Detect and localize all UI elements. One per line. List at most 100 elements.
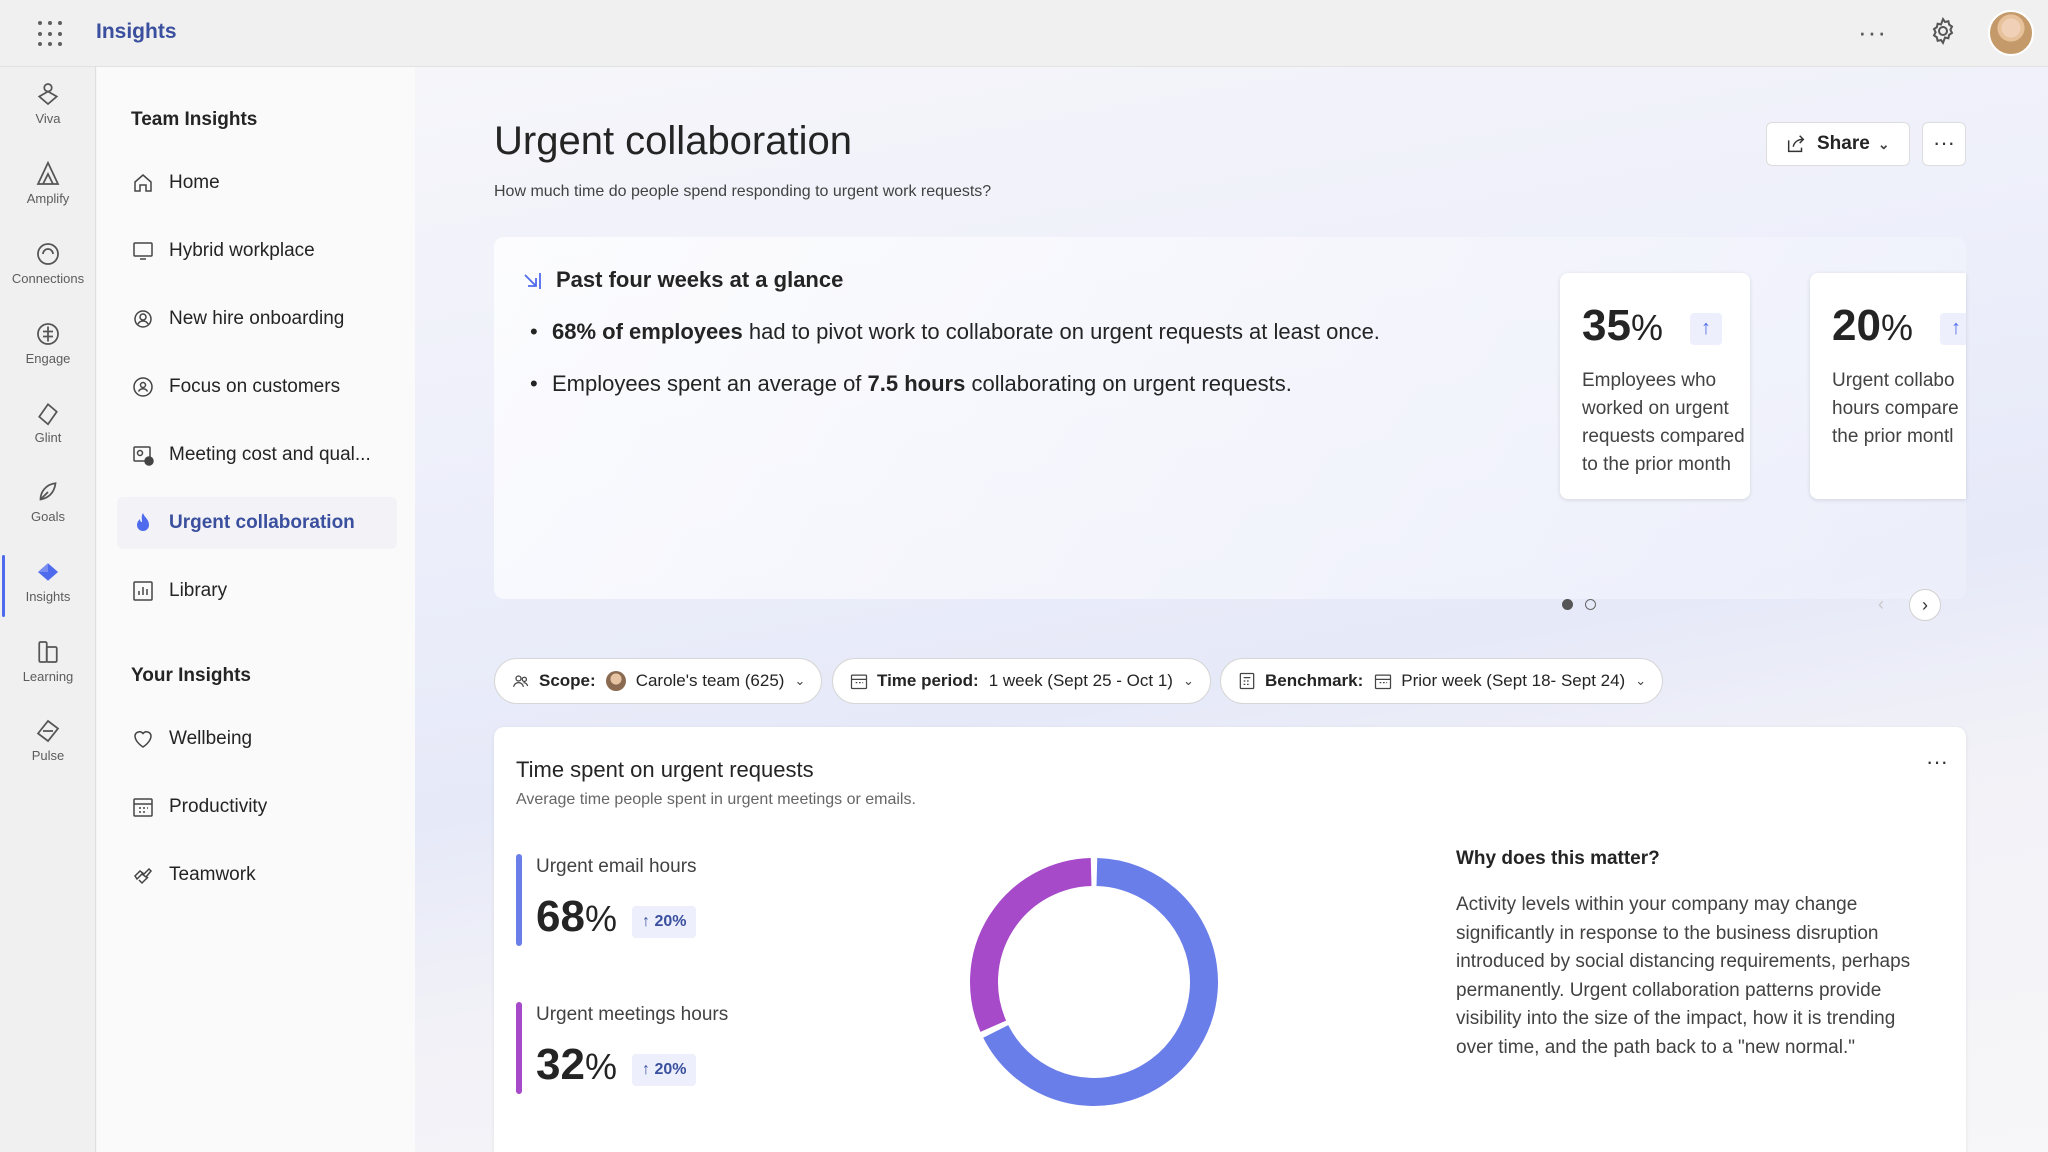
- glint-icon: [38, 402, 58, 426]
- rail-item-engage[interactable]: Engage: [0, 313, 96, 385]
- nav-item-label: Urgent collaboration: [169, 512, 355, 533]
- rail-item-connections[interactable]: Connections: [0, 233, 96, 305]
- change-badge: ↑ 20%: [632, 1054, 697, 1086]
- nav-item-meeting-cost[interactable]: Meeting cost and qual...: [117, 429, 397, 481]
- user-avatar[interactable]: [1988, 10, 2034, 56]
- teamwork-icon: [134, 867, 153, 885]
- app-launcher-icon[interactable]: [38, 21, 64, 47]
- stat-desc-line: worked on urgent: [1582, 398, 1729, 419]
- rail-label: Learning: [22, 669, 74, 684]
- team-insights-heading: Team Insights: [131, 109, 258, 130]
- card-more-icon[interactable]: ···: [1926, 749, 1948, 775]
- stat-description: Employees who worked on urgent requests …: [1582, 367, 1750, 479]
- carousel-dot-active[interactable]: [1562, 599, 1573, 610]
- benchmark-filter[interactable]: Benchmark: Prior week (Sept 18- Sept 24)…: [1220, 658, 1664, 704]
- urgent-requests-card: Time spent on urgent requests Average ti…: [494, 727, 1966, 1152]
- nav-item-label: Hybrid workplace: [169, 240, 315, 261]
- chart-library-icon: [133, 581, 153, 601]
- page-subtitle: How much time do people spend responding…: [494, 183, 992, 200]
- nav-item-teamwork[interactable]: Teamwork: [117, 849, 397, 901]
- rail-label: Engage: [25, 351, 71, 366]
- time-period-filter[interactable]: Time period: 1 week (Sept 25 - Oct 1) ⌄: [832, 658, 1211, 704]
- change-value: 20%: [654, 1061, 687, 1078]
- stat-desc-line: requests compared: [1582, 426, 1745, 447]
- metric-number: 32: [536, 1040, 585, 1089]
- chevron-down-icon: ⌄: [1182, 673, 1194, 688]
- nav-item-home[interactable]: Home: [117, 157, 397, 209]
- goals-icon: [39, 482, 57, 501]
- benchmark-label: Benchmark:: [1265, 671, 1364, 690]
- stat-card: 35% ↑ Employees who worked on urgent req…: [1560, 273, 1750, 499]
- why-title: Why does this matter?: [1456, 848, 1660, 869]
- nav-item-label: Wellbeing: [169, 728, 253, 749]
- rail-item-viva[interactable]: Viva: [0, 73, 96, 145]
- stat-value: 35%: [1582, 301, 1663, 351]
- carousel-next-icon[interactable]: ›: [1909, 589, 1941, 621]
- rail-item-goals[interactable]: Goals: [0, 471, 96, 543]
- bullet-text: collaborating on urgent requests.: [965, 371, 1292, 396]
- nav-panel: Team Insights Home Hybrid workplace New …: [97, 67, 415, 1152]
- chevron-down-icon: ⌄: [794, 673, 806, 688]
- arrow-up-icon: ↑: [1940, 313, 1966, 345]
- metric-email-hours: Urgent email hours 68% ↑ 20%: [516, 854, 816, 946]
- chevron-down-icon: ⌄: [1877, 135, 1890, 152]
- nav-item-focus-on-customers[interactable]: Focus on customers: [117, 361, 397, 413]
- page-more-button[interactable]: ···: [1922, 122, 1966, 166]
- benchmark-icon: [1239, 672, 1255, 690]
- metric-label: Urgent email hours: [536, 856, 697, 877]
- nav-item-productivity[interactable]: Productivity: [117, 781, 397, 833]
- stat-unit: %: [1630, 307, 1663, 348]
- people-scope-icon: [512, 675, 529, 688]
- rail-item-glint[interactable]: Glint: [0, 392, 96, 464]
- glance-bullet-1: 68% of employees had to pivot work to co…: [530, 319, 1380, 345]
- scope-label: Scope:: [539, 671, 596, 690]
- why-panel: Why does this matter? Activity levels wi…: [1456, 848, 1946, 1151]
- metric-number: 68: [536, 892, 585, 941]
- engage-icon: [37, 323, 59, 345]
- scope-filter[interactable]: Scope: Carole's team (625) ⌄: [494, 658, 823, 704]
- person-add-icon: [134, 310, 152, 328]
- rail-item-pulse[interactable]: Pulse: [0, 710, 96, 782]
- share-label: Share: [1817, 133, 1870, 154]
- insights-icon: [38, 563, 58, 581]
- calendar-icon: [850, 674, 868, 690]
- nav-item-label: Home: [169, 172, 220, 193]
- rail-label: Glint: [34, 430, 62, 445]
- metric-unit: %: [584, 898, 617, 939]
- nav-item-hybrid-workplace[interactable]: Hybrid workplace: [117, 225, 397, 277]
- nav-item-urgent-collaboration[interactable]: Urgent collaboration: [117, 497, 397, 549]
- nav-item-wellbeing[interactable]: Wellbeing: [117, 713, 397, 765]
- rail-item-insights[interactable]: Insights: [0, 551, 96, 623]
- rail-label: Pulse: [31, 748, 65, 763]
- stat-desc-line: Urgent collabo: [1832, 370, 1955, 391]
- more-options-icon[interactable]: ···: [1858, 17, 1887, 48]
- amplify-icon: [36, 160, 60, 185]
- stat-desc-line: hours compare: [1832, 398, 1959, 419]
- time-period-label: Time period:: [877, 671, 979, 690]
- nav-item-label: Teamwork: [169, 864, 256, 885]
- meeting-cost-icon: [133, 446, 154, 466]
- home-icon: [134, 174, 152, 192]
- pulse-icon: [36, 719, 60, 743]
- settings-gear-icon[interactable]: [1928, 16, 1958, 46]
- learning-icon: [38, 641, 58, 663]
- carousel-dot[interactable]: [1585, 599, 1596, 610]
- nav-item-label: Productivity: [169, 796, 268, 817]
- rail-item-amplify[interactable]: Amplify: [0, 153, 96, 225]
- flame-icon: [137, 513, 149, 531]
- donut-slice-meetings[interactable]: [970, 858, 1092, 1032]
- page-title: Urgent collaboration: [494, 119, 852, 163]
- carousel-prev-icon[interactable]: ‹: [1865, 589, 1897, 621]
- nav-item-new-hire-onboarding[interactable]: New hire onboarding: [117, 293, 397, 345]
- app-title[interactable]: Insights: [96, 20, 177, 44]
- why-body: Activity levels within your company may …: [1456, 894, 1911, 1058]
- nav-item-library[interactable]: Library: [117, 565, 397, 617]
- bullet-text: Employees spent an average of: [552, 371, 868, 396]
- connections-icon: [37, 243, 59, 265]
- share-button[interactable]: Share ⌄: [1766, 122, 1910, 166]
- card-subtitle: Average time people spent in urgent meet…: [516, 791, 916, 808]
- rail-item-learning[interactable]: Learning: [0, 631, 96, 703]
- stat-value: 20%: [1832, 301, 1913, 351]
- app-rail: Viva Amplify Connections Engage Glint Go…: [0, 67, 96, 1152]
- stat-desc-line: to the prior month: [1582, 454, 1731, 475]
